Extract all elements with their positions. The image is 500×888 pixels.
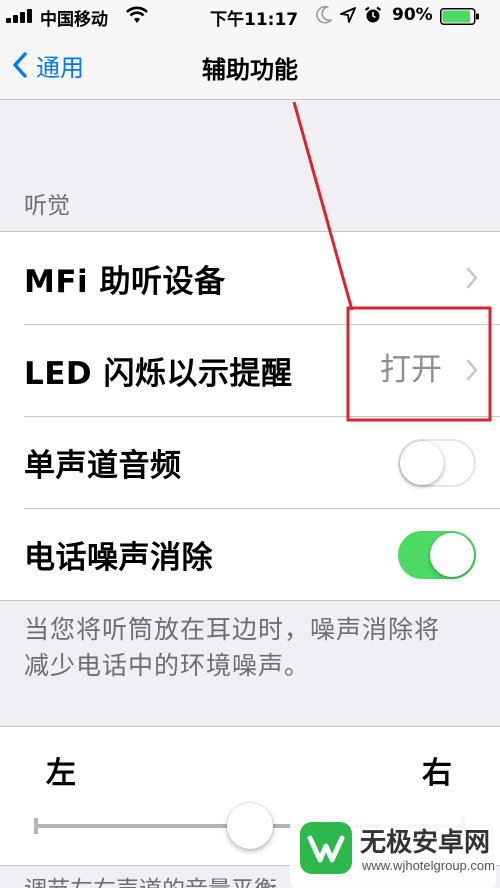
watermark-logo-icon [300,822,352,874]
signal-icon [6,9,34,23]
toggle-knob [400,441,444,485]
noise-cancellation-toggle[interactable] [398,531,476,579]
section-header-balance-note: 调节左右声道的音量平衡 [24,870,277,888]
row-label: MFi 助听设备 [24,263,226,300]
chevron-right-icon [466,267,478,289]
status-time: 下午11:17 [210,10,299,30]
row-phone-noise-cancellation: 电话噪声消除 [0,508,500,600]
chevron-right-icon [466,359,478,381]
row-label: 单声道音频 [24,447,182,484]
carrier-name: 中国移动 [40,10,108,30]
row-mono-audio: 单声道音频 [0,416,500,508]
moon-icon [316,6,332,24]
row-value: 打开 [380,352,442,388]
slider-tick-left [34,818,38,834]
battery-icon [440,8,479,25]
mono-audio-toggle[interactable] [398,439,476,487]
section-footer-note: 当您将听筒放在耳边时，噪声消除将减少电话中的环境噪声。 [24,615,441,680]
row-label: LED 闪烁以示提醒 [24,355,293,392]
balance-slider-knob[interactable] [227,803,273,849]
wifi-icon [126,6,148,23]
balance-right-label: 右 [422,756,452,791]
location-icon [340,7,356,23]
row-mfi-hearing-devices[interactable]: MFi 助听设备 [0,232,500,324]
hearing-settings-group: MFi 助听设备 LED 闪烁以示提醒 打开 单声道音频 电话噪声消除 [0,231,500,601]
page-title: 辅助功能 [202,56,298,84]
watermark-title: 无极安卓网 [360,828,491,858]
balance-left-label: 左 [46,756,76,791]
section-header-hearing: 听觉 [24,193,70,219]
navigation-bar: 通用 辅助功能 [0,32,500,100]
row-label: 电话噪声消除 [24,539,213,576]
row-led-flash-alerts[interactable]: LED 闪烁以示提醒 打开 [0,324,500,416]
battery-percent: 90% [392,5,433,25]
watermark-url: www.wjhotelgroup.com [362,858,495,873]
watermark: 无极安卓网 www.wjhotelgroup.com [290,808,496,888]
status-bar: 中国移动 下午11:17 90% [0,0,500,32]
toggle-knob [430,533,474,577]
alarm-icon [364,6,382,23]
